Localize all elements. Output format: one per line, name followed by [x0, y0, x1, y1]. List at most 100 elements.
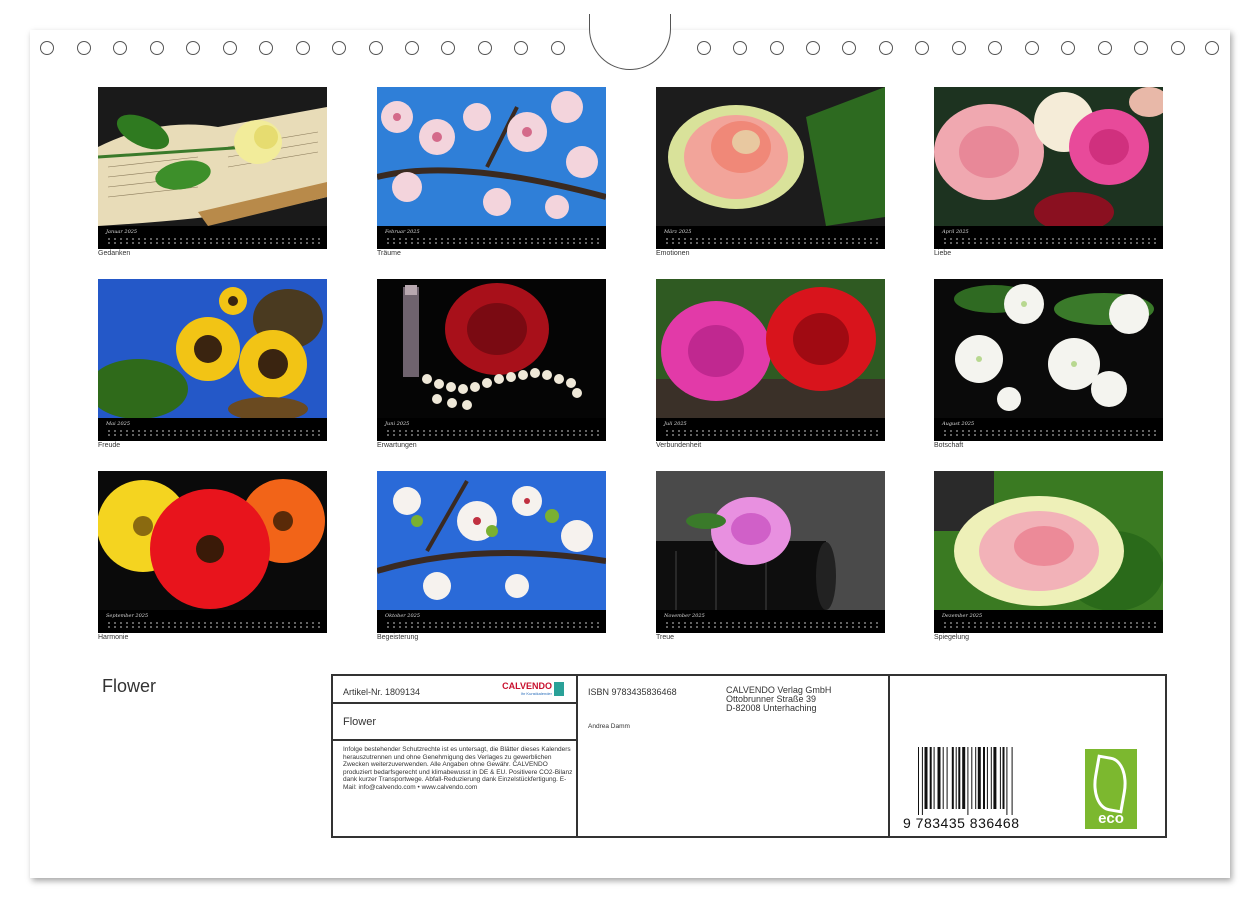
binding-hole: [186, 41, 200, 55]
binding-hole: [1061, 41, 1075, 55]
rose-reflection-photo: [934, 471, 1163, 610]
month-thumbnail-january: Januar 2025: [98, 87, 327, 249]
roses-bouquet-photo: [934, 87, 1163, 226]
sunflowers-photo: [98, 279, 327, 418]
calendar-strip: August 2025: [934, 418, 1163, 441]
month-label: September 2025: [106, 613, 149, 619]
month-caption: Träume: [377, 250, 401, 257]
product-title: Flower: [343, 716, 377, 728]
month-caption: Erwartungen: [377, 442, 417, 449]
month-thumbnail-august: August 2025: [934, 279, 1163, 441]
month-caption: Liebe: [934, 250, 952, 257]
binding-hole: [1025, 41, 1039, 55]
month-label: Oktober 2025: [385, 613, 421, 619]
month-label: Juni 2025: [385, 421, 410, 427]
month-caption: Freude: [98, 442, 121, 449]
publisher-city: D-82008 Unterhaching: [726, 703, 817, 713]
month-label: März 2025: [664, 229, 692, 235]
binding-hole: [40, 41, 54, 55]
day-grid: [106, 237, 321, 245]
binding-hole: [514, 41, 528, 55]
binding-hole: [1134, 41, 1148, 55]
month-caption: Botschaft: [934, 442, 964, 449]
month-thumbnail-may: Mai 2025: [98, 279, 327, 441]
binding-hole: [223, 41, 237, 55]
month-label: Juli 2025: [664, 421, 687, 427]
day-grid: [385, 237, 600, 245]
binding-hole: [697, 41, 711, 55]
eco-label: eco: [1098, 810, 1124, 827]
binding-hole: [150, 41, 164, 55]
calendar-strip: Dezember 2025: [934, 610, 1163, 633]
binding-hole: [733, 41, 747, 55]
rose-photo: [656, 87, 885, 226]
eco-badge: eco: [1085, 749, 1137, 829]
calendar-strip: April 2025: [934, 226, 1163, 249]
book-rose-photo: [98, 87, 327, 226]
binding-hole: [879, 41, 893, 55]
article-number: Artikel-Nr. 1809134: [343, 687, 421, 697]
binding-hole: [952, 41, 966, 55]
article-cell: Artikel-Nr. 1809134 CALVENDO Ihr Kunstka…: [333, 676, 578, 704]
month-label: April 2025: [942, 229, 969, 235]
month-label: Januar 2025: [106, 229, 138, 235]
leaf-icon: [1088, 754, 1132, 814]
publisher-cell: ISBN 9783435836468 CALVENDO Verlag GmbH …: [578, 676, 890, 838]
binding-hole: [296, 41, 310, 55]
month-thumbnail-april: April 2025: [934, 87, 1163, 249]
binding-hole: [915, 41, 929, 55]
calendar-title: Flower: [102, 676, 157, 696]
legal-notice: Infolge bestehender Schutzrechte ist es …: [343, 746, 573, 791]
day-grid: [942, 429, 1157, 437]
day-grid: [942, 237, 1157, 245]
day-grid: [385, 621, 600, 629]
blossom-photo: [377, 87, 606, 226]
white-phlox-photo: [934, 279, 1163, 418]
binding-hole: [77, 41, 91, 55]
binding-hole: [551, 41, 565, 55]
isbn: ISBN 9783435836468: [588, 687, 677, 697]
month-thumbnail-september: September 2025: [98, 471, 327, 633]
calendar-strip: Juni 2025: [377, 418, 606, 441]
month-thumbnail-february: Februar 2025: [377, 87, 606, 249]
month-caption: Verbundenheit: [656, 442, 702, 449]
calendar-strip: Juli 2025: [656, 418, 885, 441]
month-thumbnail-december: Dezember 2025: [934, 471, 1163, 633]
binding-hole: [842, 41, 856, 55]
pink-red-roses-photo: [656, 279, 885, 418]
barcode: [918, 747, 1013, 815]
month-thumbnail-march: März 2025: [656, 87, 885, 249]
binding-hole: [770, 41, 784, 55]
red-rose-pearls-photo: [377, 279, 606, 418]
month-caption: Gedanken: [98, 250, 131, 257]
month-label: Dezember 2025: [942, 613, 983, 619]
binding-hole: [988, 41, 1002, 55]
binding-hole: [332, 41, 346, 55]
calvendo-logo-subtext: Ihr Kunstkalender: [520, 691, 552, 696]
calvendo-mark-icon: [554, 682, 564, 696]
day-grid: [664, 429, 879, 437]
calendar-strip: Mai 2025: [98, 418, 327, 441]
day-grid: [664, 237, 879, 245]
author-name: Andrea Damm: [588, 723, 630, 730]
calvendo-logo-text: CALVENDO: [502, 681, 552, 691]
binding-hole: [478, 41, 492, 55]
calendar-strip: September 2025: [98, 610, 327, 633]
binding-hole: [806, 41, 820, 55]
month-label: Februar 2025: [385, 229, 420, 235]
month-caption: Begeisterung: [377, 634, 419, 641]
month-caption: Spiegelung: [934, 634, 970, 641]
month-label: November 2025: [664, 613, 705, 619]
calendar-strip: Januar 2025: [98, 226, 327, 249]
month-caption: Treue: [656, 634, 675, 641]
month-thumbnail-october: Oktober 2025: [377, 471, 606, 633]
binding-hole: [441, 41, 455, 55]
month-caption: Emotionen: [656, 250, 690, 257]
product-title-cell: Flower: [333, 704, 578, 741]
day-grid: [385, 429, 600, 437]
calendar-strip: November 2025: [656, 610, 885, 633]
rose-on-lens-photo: [656, 471, 885, 610]
day-grid: [106, 429, 321, 437]
barcode-number: 9 783435 836468: [903, 815, 1020, 831]
month-caption: Harmonie: [98, 634, 129, 641]
